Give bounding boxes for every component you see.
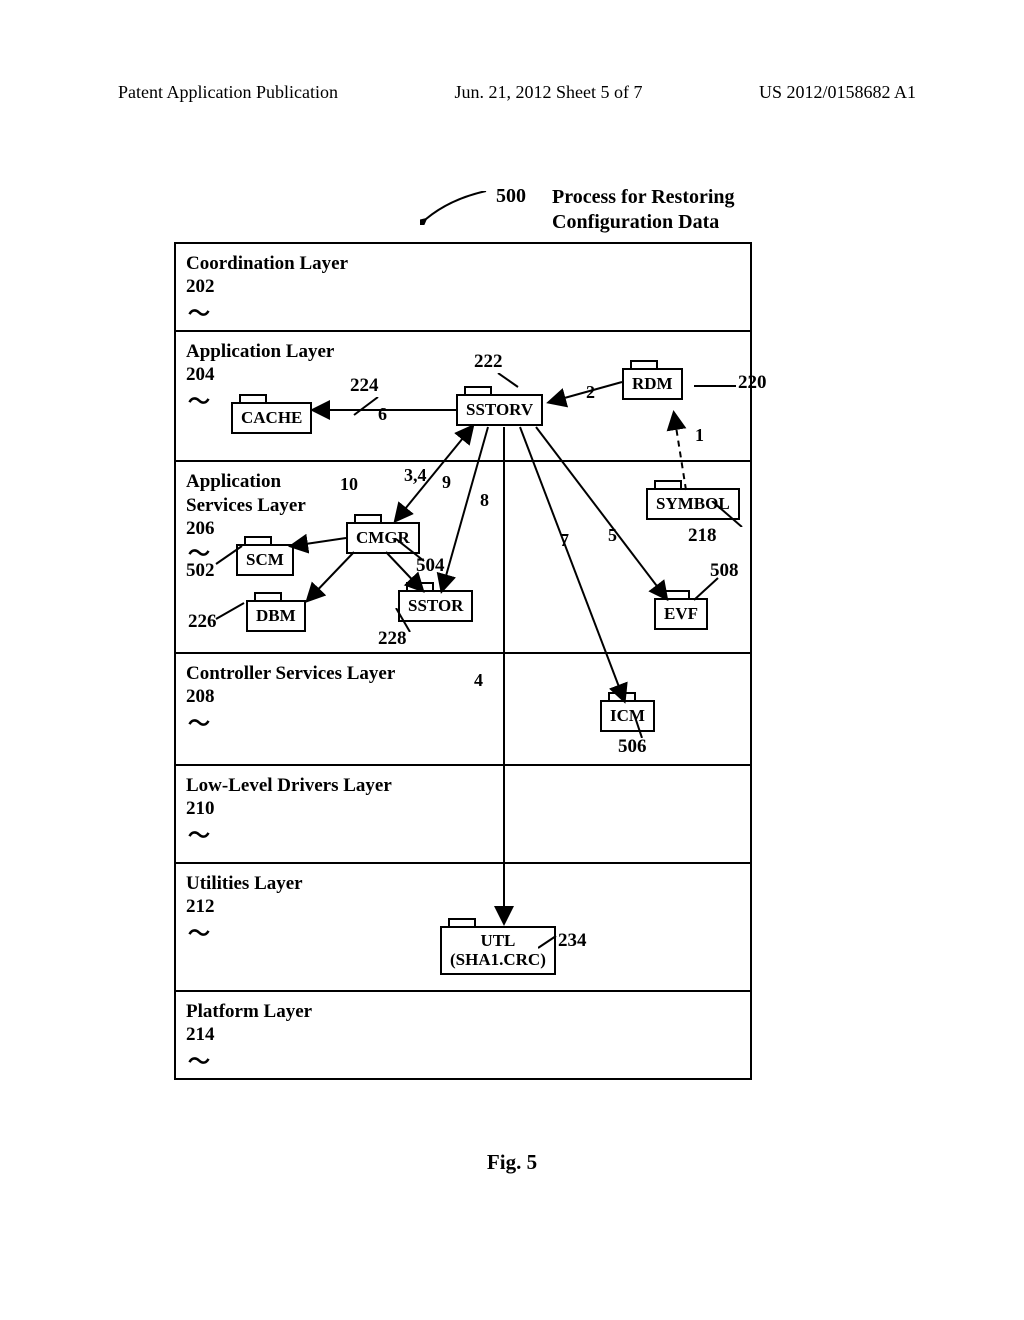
layer-low-level-drivers: Low-Level Drivers Layer 210 〜: [176, 764, 750, 862]
ref-202: 202: [186, 276, 740, 298]
step-8: 8: [480, 490, 489, 511]
block-evf: EVF: [654, 598, 708, 630]
step-9: 9: [442, 472, 451, 493]
ref-228-pointer: 228: [378, 628, 407, 650]
block-label: DBM: [256, 606, 296, 625]
ref-222: 222: [474, 351, 503, 372]
block-label: SCM: [246, 550, 284, 569]
header-right: US 2012/0158682 A1: [759, 82, 916, 103]
header-center: Jun. 21, 2012 Sheet 5 of 7: [454, 82, 642, 103]
ref-508-pointer: 508: [710, 560, 739, 582]
step-1: 1: [695, 425, 704, 446]
layers-diagram: Coordination Layer 202 〜 Application Lay…: [174, 242, 752, 1080]
diagram-title-row: 500 Process for Restoring Configuration …: [420, 185, 735, 235]
block-label: RDM: [632, 374, 673, 393]
layer-platform: Platform Layer 214 〜: [176, 990, 750, 1078]
block-label: EVF: [664, 604, 698, 623]
ref-218: 218: [688, 525, 717, 546]
ref-224-pointer: 224: [350, 375, 379, 397]
step-10: 10: [340, 474, 358, 495]
layer-utilities: Utilities Layer 212 〜 UTL (SHA1.CRC): [176, 862, 750, 990]
title-text: Process for Restoring Configuration Data: [552, 185, 735, 235]
block-label: CACHE: [241, 408, 302, 427]
ref-212: 212: [186, 896, 740, 918]
ref-222-pointer: 222: [474, 351, 503, 373]
tilde-icon: 〜: [188, 818, 210, 850]
layer-title-plat: Platform Layer: [186, 1000, 740, 1024]
tilde-icon: 〜: [188, 384, 210, 416]
ref-220-pointer: 220: [738, 372, 767, 394]
step-7: 7: [560, 530, 569, 551]
layer-controller-services: Controller Services Layer 208 〜 ICM: [176, 652, 750, 764]
layer-application: Application Layer 204 〜 CACHE SSTORV RDM: [176, 330, 750, 460]
layer-title-lld: Low-Level Drivers Layer: [186, 774, 740, 798]
layer-coordination: Coordination Layer 202 〜: [176, 244, 750, 330]
step-4: 4: [474, 670, 483, 691]
arrow-swoosh-icon: [420, 185, 490, 215]
title-line2: Configuration Data: [552, 211, 719, 233]
block-sstorv: SSTORV: [456, 394, 543, 426]
block-label: UTL: [480, 931, 515, 950]
ref-214: 214: [186, 1024, 740, 1046]
page-header: Patent Application Publication Jun. 21, …: [0, 82, 1024, 103]
header-left: Patent Application Publication: [118, 82, 338, 103]
tilde-icon: 〜: [188, 916, 210, 948]
layer-title-csl: Controller Services Layer: [186, 662, 740, 686]
ref-210: 210: [186, 798, 740, 820]
tilde-icon: 〜: [188, 1044, 210, 1076]
step-2: 2: [586, 382, 595, 403]
ref-220: 220: [738, 372, 767, 393]
ref-224: 224: [350, 375, 379, 396]
tilde-icon: 〜: [188, 706, 210, 738]
step-5: 5: [608, 525, 617, 546]
ref-218-pointer: 218: [688, 525, 717, 547]
block-scm: SCM: [236, 544, 294, 576]
ref-234: 234: [558, 930, 587, 951]
ref-234-pointer: 234: [558, 930, 587, 952]
ref-502-pointer: 502: [186, 560, 215, 582]
figure-caption: Fig. 5: [0, 1150, 1024, 1175]
layer-app-services: Application Services Layer 206 〜 SYMBOL …: [176, 460, 750, 652]
layer-title-coord: Coordination Layer: [186, 252, 740, 276]
ref-226: 226: [188, 611, 217, 632]
tilde-icon: 〜: [188, 296, 210, 328]
step-3-4: 3,4: [404, 465, 427, 486]
ref-504-pointer: 504: [416, 555, 445, 577]
block-label: SSTORV: [466, 400, 533, 419]
block-dbm: DBM: [246, 600, 306, 632]
ref-208: 208: [186, 686, 740, 708]
title-line1: Process for Restoring: [552, 186, 735, 208]
block-rdm: RDM: [622, 368, 683, 400]
ref-226-pointer: 226: [188, 611, 217, 633]
block-sublabel: (SHA1.CRC): [450, 950, 546, 969]
title-ref-500: 500: [496, 185, 526, 208]
ref-506-pointer: 506: [618, 736, 647, 758]
layer-title-utl: Utilities Layer: [186, 872, 740, 896]
ref-502: 502: [186, 560, 215, 581]
block-cache: CACHE: [231, 402, 312, 434]
ref-506: 506: [618, 736, 647, 757]
step-6: 6: [378, 404, 387, 425]
